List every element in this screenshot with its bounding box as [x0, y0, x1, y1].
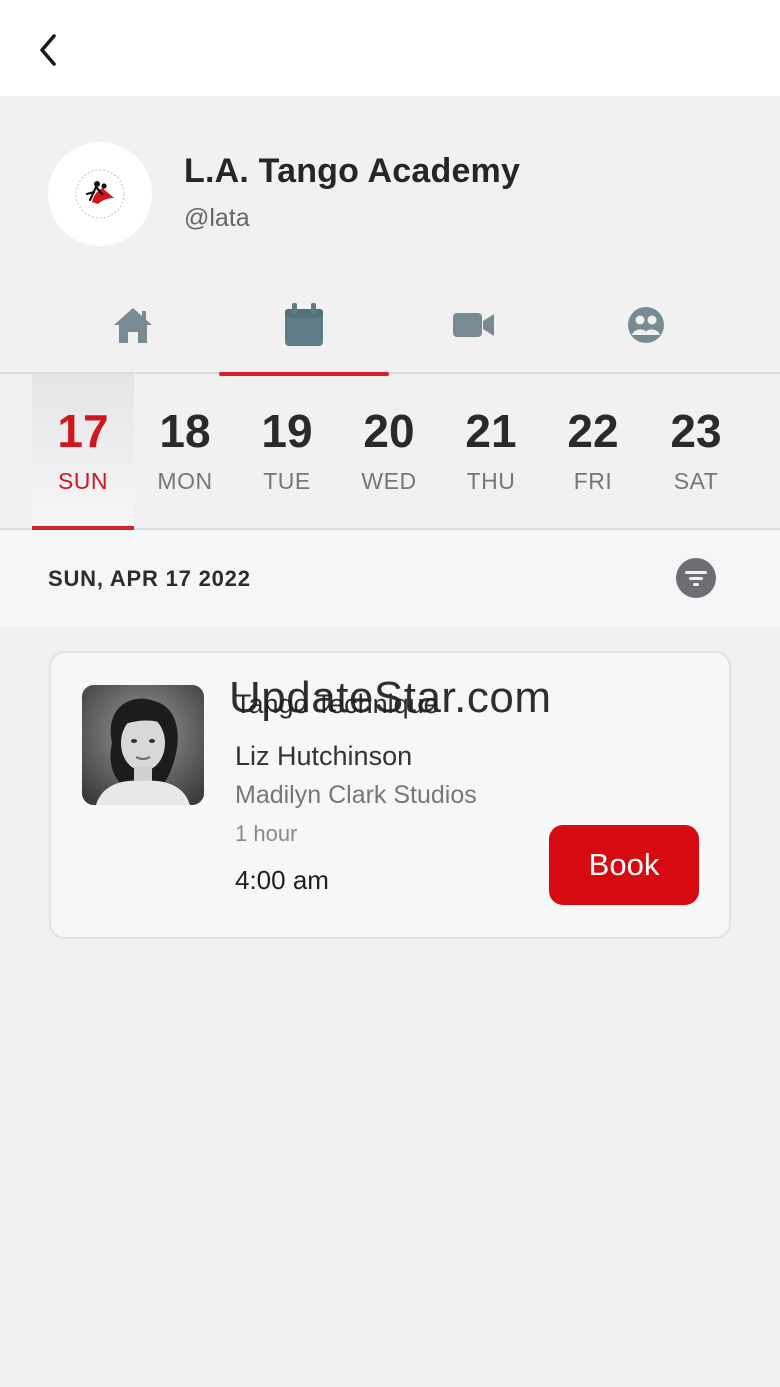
people-icon [628, 307, 664, 343]
tango-academy-logo [75, 169, 125, 219]
day-21[interactable]: 21 THU [440, 374, 542, 528]
day-name: THU [466, 468, 516, 494]
day-name: SUN [57, 468, 109, 494]
section-tabs [0, 276, 780, 376]
top-bar [0, 0, 780, 96]
tab-schedule[interactable] [219, 276, 389, 376]
day-name: WED [361, 468, 417, 494]
day-23[interactable]: 23 SAT [645, 374, 747, 528]
day-name: MON [157, 468, 213, 494]
chevron-left-icon [40, 34, 56, 66]
class-duration: 1 hour [235, 821, 298, 846]
day-number: 18 [159, 405, 211, 457]
watermark-text: UpdateStar.com [229, 673, 552, 722]
day-22[interactable]: 22 FRI [542, 374, 644, 528]
org-name: L.A. Tango Academy [184, 152, 521, 190]
day-name: TUE [263, 468, 311, 494]
tab-community[interactable] [561, 276, 731, 374]
week-day-picker: 17 SUN 18 MON 19 TUE 20 WED 21 THU 22 FR… [0, 374, 780, 530]
tab-home[interactable] [48, 276, 218, 374]
class-card[interactable]: Tango Technique UpdateStar.com Liz Hutch… [49, 651, 731, 939]
calendar-icon [285, 303, 323, 346]
book-button[interactable]: Book [549, 825, 699, 905]
day-18[interactable]: 18 MON [134, 374, 236, 528]
filter-icon [685, 571, 707, 586]
filter-button[interactable] [676, 558, 716, 598]
selected-date-label: SUN, APR 17 2022 [48, 566, 251, 591]
day-20[interactable]: 20 WED [338, 374, 440, 528]
day-number: 17 [57, 405, 109, 457]
profile-header: L.A. Tango Academy @lata [0, 96, 780, 276]
day-19[interactable]: 19 TUE [236, 374, 338, 528]
instructor-photo [82, 685, 204, 805]
day-number: 21 [465, 405, 517, 457]
org-logo [48, 142, 152, 246]
day-name: SAT [673, 468, 719, 494]
day-number: 20 [363, 405, 415, 457]
day-17[interactable]: 17 SUN [32, 374, 134, 530]
day-name: FRI [573, 468, 613, 494]
instructor-name: Liz Hutchinson [235, 741, 413, 771]
studio-name: Madilyn Clark Studios [235, 781, 477, 809]
back-button[interactable] [28, 28, 68, 72]
tab-videos[interactable] [389, 276, 559, 374]
day-number: 23 [670, 405, 722, 457]
org-handle: @lata [184, 204, 250, 232]
date-header: SUN, APR 17 2022 [0, 530, 780, 626]
home-icon [114, 308, 152, 343]
video-camera-icon [453, 313, 494, 337]
day-number: 22 [567, 405, 619, 457]
class-time: 4:00 am [235, 865, 329, 895]
day-number: 19 [261, 405, 313, 457]
